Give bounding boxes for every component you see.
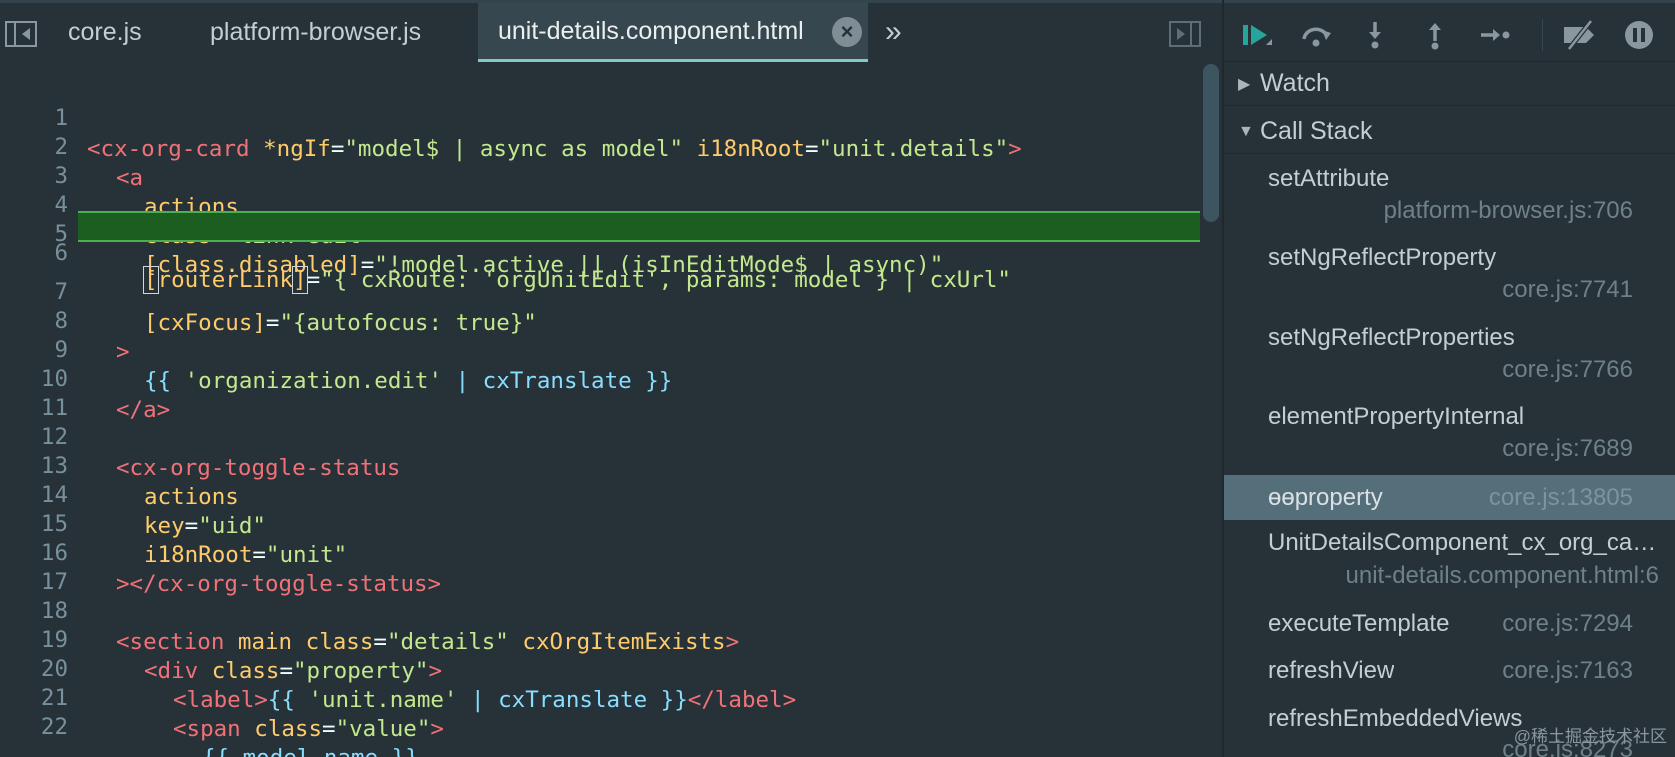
frame-function: UnitDetailsComponent_cx_org_card_0_Templ… bbox=[1268, 529, 1658, 556]
code-line: 8 > bbox=[0, 275, 1200, 365]
chevron-right-icon: ▶ bbox=[1238, 75, 1251, 93]
step-over-icon[interactable] bbox=[1298, 19, 1334, 51]
pause-on-exceptions-icon[interactable] bbox=[1621, 19, 1657, 51]
step-into-icon[interactable] bbox=[1357, 19, 1393, 51]
watch-label: Watch bbox=[1260, 69, 1330, 97]
code-line: 9 {{ 'organization.edit' | cxTranslate }… bbox=[0, 304, 1200, 394]
source-editor: core.js platform-browser.js unit-details… bbox=[0, 0, 1222, 757]
code-line: 14 key="uid" bbox=[0, 449, 1200, 539]
code-line: 19 <div class="property"> bbox=[0, 594, 1200, 684]
code-line: 13 actions bbox=[0, 420, 1200, 510]
frame-location: core.js:7294 bbox=[1502, 610, 1633, 637]
frame-function: setNgReflectProperty bbox=[1268, 244, 1497, 271]
editor-tab-bar: core.js platform-browser.js unit-details… bbox=[0, 0, 1222, 62]
frame-function: refreshView bbox=[1268, 657, 1395, 684]
resume-icon[interactable] bbox=[1238, 19, 1274, 51]
watch-section-header[interactable]: ▶ Watch bbox=[1224, 62, 1675, 106]
frame-function: setAttribute bbox=[1268, 165, 1390, 192]
paused-code-line: 6 [routerLink]="{ cxRoute: 'orgUnitEdit'… bbox=[54, 211, 1200, 294]
watermark: @稀土掘金技术社区 bbox=[1513, 727, 1667, 746]
call-stack-frame-selected[interactable]: ɵɵproperty core.js:13805 bbox=[1224, 475, 1675, 520]
frame-location: unit-details.component.html:6 bbox=[1345, 562, 1660, 589]
debugger-toolbar bbox=[1224, 0, 1675, 62]
code-line: 10 </a> bbox=[0, 333, 1200, 423]
frame-location: core.js:7163 bbox=[1502, 657, 1633, 684]
frame-location: platform-browser.js:706 bbox=[1383, 197, 1633, 224]
call-stack-frame[interactable]: setNgReflectProperties core.js:7766 bbox=[1224, 316, 1675, 392]
step-icon[interactable] bbox=[1477, 19, 1513, 51]
tab-label: core.js bbox=[68, 18, 142, 46]
tab-label: unit-details.component.html bbox=[498, 16, 804, 45]
code-line: 11 bbox=[0, 362, 1200, 421]
editor-scrollbar[interactable] bbox=[1200, 62, 1222, 757]
code-line: 21 <span class="value"> bbox=[0, 652, 1200, 742]
frame-location: core.js:7766 bbox=[1502, 356, 1633, 383]
code-line: 7 [cxFocus]="{autofocus: true}" bbox=[0, 246, 1200, 336]
code-line: 18 <section main class="details" cxOrgIt… bbox=[0, 565, 1200, 655]
call-stack-frame[interactable]: setNgReflectProperty core.js:7741 bbox=[1224, 236, 1675, 312]
debugger-sidebar: ▶ Watch ▼ Call Stack setAttribute platfo… bbox=[1222, 0, 1675, 757]
frame-location: core.js:7741 bbox=[1502, 276, 1633, 303]
toggle-debugger-icon[interactable] bbox=[1168, 19, 1202, 49]
code-line: 17 bbox=[0, 536, 1200, 595]
code-line: 1 <cx-org-card *ngIf="model$ | async as … bbox=[0, 72, 1200, 162]
call-stack-frame[interactable]: UnitDetailsComponent_cx_org_card_0_Templ… bbox=[1224, 522, 1675, 598]
code-line: 3 actions bbox=[0, 130, 1200, 220]
tab-unit-details-component-html[interactable]: unit-details.component.html × bbox=[478, 3, 868, 62]
close-icon[interactable]: × bbox=[832, 17, 862, 47]
tab-label: platform-browser.js bbox=[210, 18, 422, 46]
step-out-icon[interactable] bbox=[1417, 19, 1453, 51]
frame-location: core.js:13805 bbox=[1488, 484, 1633, 511]
frame-function: ɵɵproperty bbox=[1268, 484, 1383, 511]
code-line: 15 i18nRoot="unit" bbox=[0, 478, 1200, 568]
call-stack-frame[interactable]: setAttribute platform-browser.js:706 bbox=[1224, 157, 1675, 233]
code-line: 22 {{ model.name }} bbox=[0, 681, 1200, 757]
frame-function: executeTemplate bbox=[1268, 610, 1450, 637]
code-line: 16 ></cx-org-toggle-status> bbox=[0, 507, 1200, 597]
frame-function: setNgReflectProperties bbox=[1268, 324, 1515, 351]
frame-function: elementPropertyInternal bbox=[1268, 403, 1525, 430]
deactivate-breakpoints-icon[interactable] bbox=[1561, 19, 1597, 51]
chevron-double-right-icon[interactable]: » bbox=[885, 15, 902, 49]
code-area[interactable]: 1 <cx-org-card *ngIf="model$ | async as … bbox=[0, 72, 1200, 757]
call-stack-frame[interactable]: refreshView core.js:7163 bbox=[1224, 650, 1675, 694]
call-stack-label: Call Stack bbox=[1260, 117, 1373, 145]
tab-core-js[interactable]: core.js bbox=[68, 3, 142, 62]
call-stack-frame[interactable]: elementPropertyInternal core.js:7689 bbox=[1224, 395, 1675, 471]
line-number: 22 bbox=[40, 714, 68, 740]
code-line: 12 <cx-org-toggle-status bbox=[0, 391, 1200, 481]
chevron-down-icon: ▼ bbox=[1238, 122, 1254, 140]
call-stack-frame[interactable]: executeTemplate core.js:7294 bbox=[1224, 603, 1675, 647]
code-line: 2 <a bbox=[0, 101, 1200, 191]
call-stack-section-header[interactable]: ▼ Call Stack bbox=[1224, 110, 1675, 154]
frame-function: refreshEmbeddedViews bbox=[1268, 705, 1523, 732]
code-line: 20 <label>{{ 'unit.name' | cxTranslate }… bbox=[0, 623, 1200, 713]
code-line: 4 class="link edit" bbox=[0, 159, 1200, 249]
toggle-navigator-icon[interactable] bbox=[4, 19, 38, 49]
scrollbar-thumb[interactable] bbox=[1203, 64, 1219, 222]
line-text: {{ model.name }} bbox=[202, 743, 419, 757]
tab-platform-browser-js[interactable]: platform-browser.js bbox=[210, 3, 421, 62]
line-text: <span class="value"> bbox=[173, 716, 444, 742]
frame-location: core.js:7689 bbox=[1502, 435, 1633, 462]
toolbar-divider bbox=[1542, 19, 1543, 51]
